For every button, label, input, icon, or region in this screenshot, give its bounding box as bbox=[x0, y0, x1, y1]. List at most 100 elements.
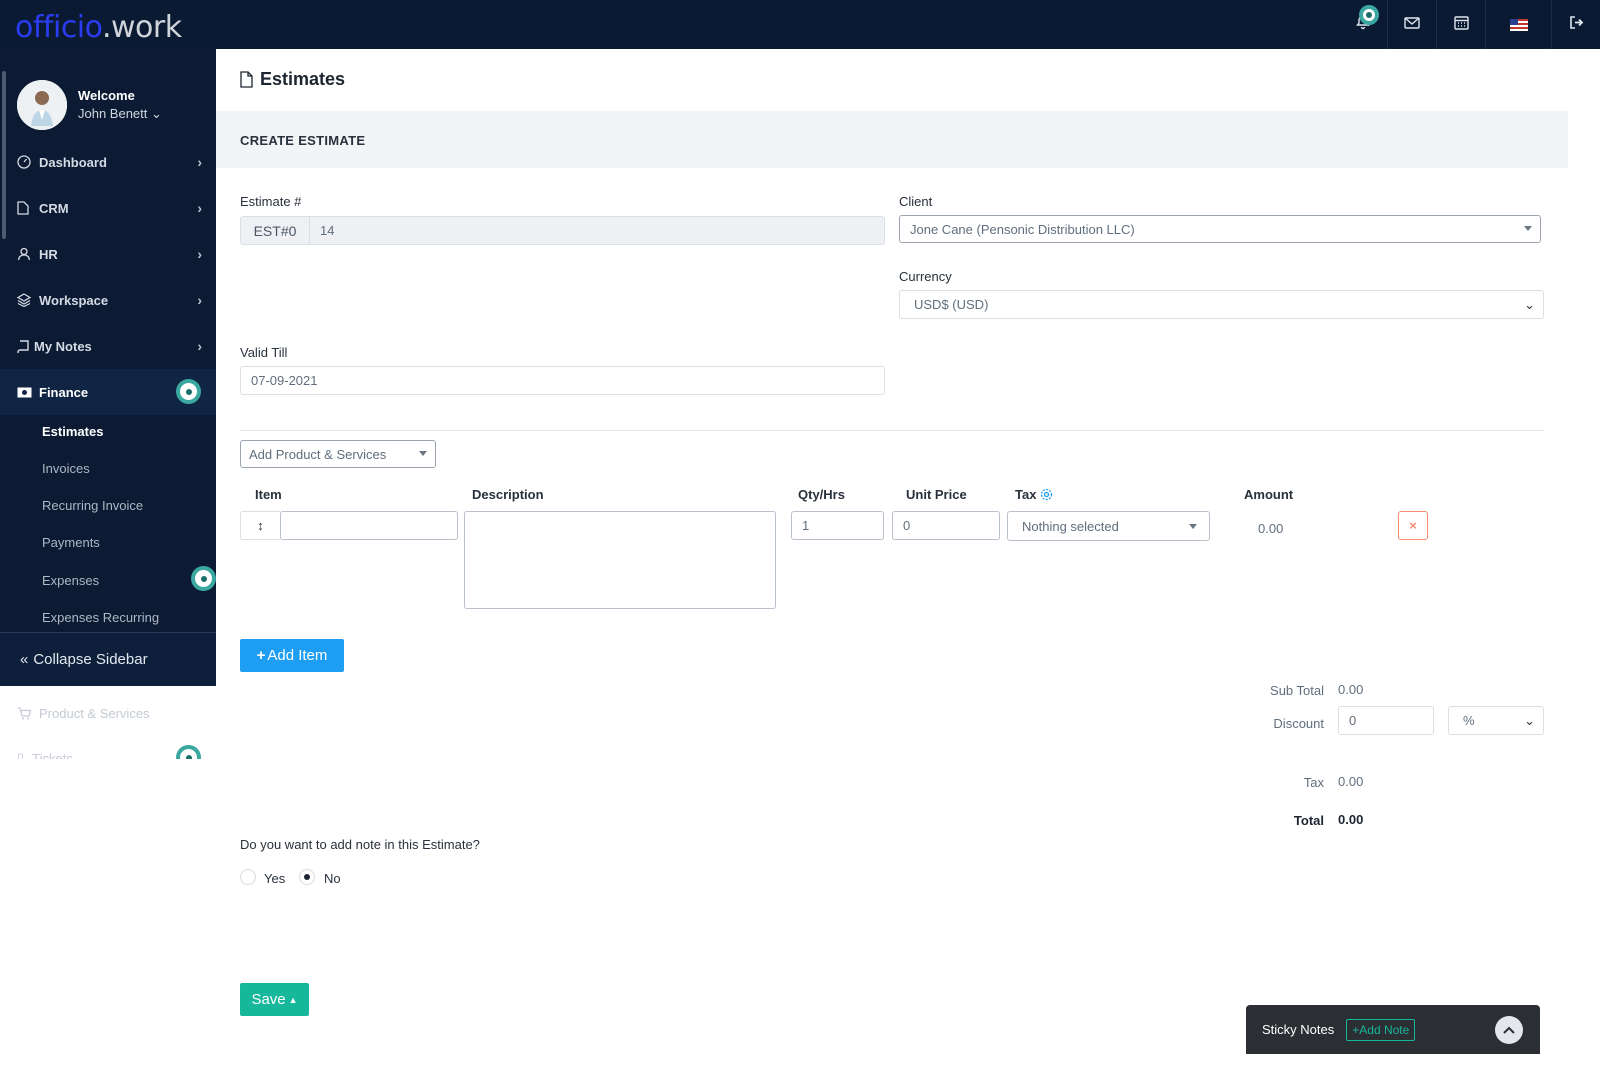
note-no-radio[interactable] bbox=[299, 869, 315, 885]
sidebar: Welcome John Benett ⌄ Dashboard › CRM › … bbox=[0, 49, 216, 686]
finance-indicator bbox=[176, 379, 201, 404]
top-bar: officio.work bbox=[0, 0, 1600, 49]
sidebar-item-my-notes[interactable]: My Notes › bbox=[0, 323, 216, 369]
save-button[interactable]: Save ▲ bbox=[240, 983, 309, 1016]
file-icon bbox=[17, 201, 33, 215]
drag-handle-icon[interactable]: ↕ bbox=[240, 511, 280, 540]
item-unit-price-input[interactable]: 0 bbox=[892, 511, 1000, 540]
sidebar-sub-estimates[interactable]: Estimates bbox=[42, 424, 103, 439]
gear-icon[interactable] bbox=[1040, 488, 1053, 501]
estimate-number-label: Estimate # bbox=[240, 194, 302, 209]
item-description-textarea[interactable] bbox=[464, 511, 776, 609]
welcome-text: Welcome bbox=[78, 88, 135, 103]
ticket-icon: ▯ bbox=[17, 750, 25, 759]
discount-input[interactable]: 0 bbox=[1338, 706, 1434, 735]
sticky-notes-panel: Sticky Notes +Add Note bbox=[1246, 1005, 1540, 1054]
user-icon bbox=[17, 247, 33, 261]
discount-type-select[interactable]: % ⌄ bbox=[1448, 706, 1544, 735]
item-qty-input[interactable]: 1 bbox=[791, 511, 884, 540]
sidebar-item-tickets[interactable]: ▯ Tickets bbox=[17, 750, 73, 759]
section-header: CREATE ESTIMATE bbox=[216, 111, 1568, 168]
note-yes-label[interactable]: Yes bbox=[264, 871, 285, 886]
collapse-sidebar-button[interactable]: « Collapse Sidebar bbox=[0, 632, 216, 686]
sidebar-sub-expenses-recurring[interactable]: Expenses Recurring bbox=[42, 610, 159, 625]
add-product-select[interactable]: Add Product & Services bbox=[240, 440, 436, 468]
brand-logo[interactable]: officio.work bbox=[15, 10, 182, 45]
layers-icon bbox=[17, 293, 33, 307]
sidebar-sub-recurring-invoice[interactable]: Recurring Invoice bbox=[42, 498, 143, 513]
valid-till-input[interactable]: 07-09-2021 bbox=[240, 366, 885, 395]
sidebar-item-crm[interactable]: CRM › bbox=[0, 185, 216, 231]
subtotal-value: 0.00 bbox=[1338, 682, 1364, 697]
double-chevron-left-icon: « bbox=[20, 651, 29, 668]
avatar bbox=[17, 80, 67, 130]
close-icon: × bbox=[1409, 518, 1417, 533]
item-tax-select[interactable]: Nothing selected bbox=[1007, 511, 1210, 541]
col-tax: Tax bbox=[1015, 487, 1053, 502]
col-description: Description bbox=[472, 487, 544, 502]
item-amount: 0.00 bbox=[1258, 521, 1284, 536]
note-yes-radio[interactable] bbox=[240, 869, 256, 885]
tax-value: 0.00 bbox=[1338, 774, 1364, 789]
mail-button[interactable] bbox=[1387, 0, 1436, 49]
add-item-button[interactable]: + Add Item bbox=[240, 639, 344, 672]
divider bbox=[240, 430, 1544, 431]
col-item: Item bbox=[255, 487, 282, 502]
book-icon bbox=[17, 339, 29, 353]
mail-icon bbox=[1404, 16, 1420, 34]
col-qty: Qty/Hrs bbox=[798, 487, 845, 502]
caret-down-icon bbox=[1524, 226, 1532, 231]
total-label: Total bbox=[1293, 813, 1324, 828]
subtotal-label: Sub Total bbox=[1270, 683, 1324, 698]
chevron-right-icon: › bbox=[197, 292, 202, 308]
col-amount: Amount bbox=[1244, 487, 1294, 502]
user-profile[interactable]: Welcome John Benett ⌄ bbox=[17, 80, 162, 130]
sidebar-sub-expenses[interactable]: Expenses bbox=[42, 573, 99, 588]
sidebar-item-hr[interactable]: HR › bbox=[0, 231, 216, 277]
chevron-right-icon: › bbox=[197, 200, 202, 216]
discount-label: Discount bbox=[1273, 716, 1324, 731]
caret-up-icon: ▲ bbox=[288, 994, 298, 1005]
sticky-toggle-button[interactable] bbox=[1495, 1016, 1523, 1044]
currency-select[interactable]: USD$ (USD) ⌄ bbox=[899, 290, 1544, 319]
sidebar-clip: ▯ Tickets bbox=[0, 742, 216, 759]
item-name-input[interactable] bbox=[280, 511, 458, 540]
client-label: Client bbox=[899, 194, 933, 209]
language-button[interactable] bbox=[1485, 0, 1551, 49]
add-note-button[interactable]: +Add Note bbox=[1346, 1018, 1416, 1041]
logout-icon bbox=[1569, 15, 1584, 34]
tickets-indicator bbox=[176, 745, 201, 759]
main-content: Estimates CREATE ESTIMATE Estimate # EST… bbox=[216, 49, 1568, 1077]
note-question: Do you want to add note in this Estimate… bbox=[240, 837, 480, 852]
sidebar-item-finance[interactable]: Finance bbox=[0, 369, 216, 415]
estimate-number-field: EST#0 14 bbox=[240, 216, 885, 245]
valid-till-label: Valid Till bbox=[240, 345, 288, 360]
sidebar-item-workspace[interactable]: Workspace › bbox=[0, 277, 216, 323]
sticky-notes-title: Sticky Notes bbox=[1262, 1022, 1335, 1037]
expenses-indicator bbox=[191, 566, 216, 591]
notifications-button[interactable] bbox=[1338, 0, 1387, 49]
estimate-prefix: EST#0 bbox=[241, 217, 310, 244]
total-value: 0.00 bbox=[1338, 812, 1364, 827]
cart-icon bbox=[17, 707, 31, 720]
chevron-down-icon: ⌄ bbox=[1524, 713, 1535, 728]
chevron-right-icon: › bbox=[197, 338, 202, 354]
caret-down-icon bbox=[1189, 524, 1197, 529]
client-select[interactable]: Jone Cane (Pensonic Distribution LLC) bbox=[899, 215, 1541, 243]
sidebar-item-dashboard[interactable]: Dashboard › bbox=[0, 139, 216, 185]
remove-item-button[interactable]: × bbox=[1398, 511, 1428, 540]
chevron-right-icon: › bbox=[197, 154, 202, 170]
page-title: Estimates bbox=[240, 69, 345, 90]
sidebar-item-product-services[interactable]: Product & Services bbox=[17, 706, 150, 721]
calendar-button[interactable] bbox=[1436, 0, 1485, 49]
tax-label: Tax bbox=[1303, 775, 1324, 790]
col-unit-price: Unit Price bbox=[906, 487, 967, 502]
gauge-icon bbox=[17, 155, 33, 169]
note-no-label[interactable]: No bbox=[324, 871, 341, 886]
file-icon bbox=[240, 71, 253, 88]
user-name[interactable]: John Benett ⌄ bbox=[78, 106, 162, 122]
sidebar-sub-invoices[interactable]: Invoices bbox=[42, 461, 90, 476]
sidebar-sub-payments[interactable]: Payments bbox=[42, 535, 100, 550]
logout-button[interactable] bbox=[1551, 0, 1600, 49]
currency-label: Currency bbox=[899, 269, 952, 284]
